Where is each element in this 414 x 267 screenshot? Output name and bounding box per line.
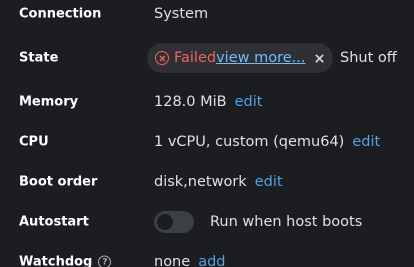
cpu-row: CPU 1 vCPU, custom (qemu64) edit — [0, 128, 414, 156]
watchdog-label-group: Watchdog ? — [19, 254, 112, 267]
cpu-label: CPU — [19, 134, 49, 150]
boot-order-label: Boot order — [19, 174, 98, 190]
watchdog-label: Watchdog — [19, 254, 93, 267]
memory-value: 128.0 MiB — [154, 94, 227, 110]
close-icon[interactable] — [314, 53, 324, 63]
cpu-value-group: 1 vCPU, custom (qemu64) edit — [154, 134, 380, 150]
boot-order-edit-link[interactable]: edit — [255, 174, 283, 190]
memory-value-group: 128.0 MiB edit — [154, 94, 262, 110]
connection-label: Connection — [19, 6, 102, 22]
autostart-value-group: Run when host boots — [154, 211, 362, 233]
failed-status-text: Failed — [174, 50, 217, 66]
cpu-edit-link[interactable]: edit — [352, 134, 380, 150]
state-label: State — [19, 50, 59, 66]
watchdog-value: none — [154, 254, 191, 267]
power-state-text: Shut off — [340, 50, 397, 66]
cpu-value: 1 vCPU, custom (qemu64) — [154, 134, 345, 150]
connection-value: System — [154, 6, 209, 22]
help-icon[interactable]: ? — [98, 255, 112, 267]
memory-row: Memory 128.0 MiB edit — [0, 88, 414, 116]
boot-order-value: disk,network — [154, 174, 247, 190]
boot-order-value-group: disk,network edit — [154, 174, 283, 190]
memory-label: Memory — [19, 94, 79, 110]
view-more-link[interactable]: view more... — [216, 50, 305, 66]
autostart-label: Autostart — [19, 214, 89, 230]
autostart-toggle-label: Run when host boots — [210, 214, 363, 230]
memory-edit-link[interactable]: edit — [235, 94, 263, 110]
status-chip: Failed view more... — [147, 43, 334, 73]
state-row: State Failed view more... Shut off — [0, 43, 414, 73]
error-circle-icon — [155, 51, 169, 65]
boot-order-row: Boot order disk,network edit — [0, 168, 414, 196]
autostart-row: Autostart Run when host boots — [0, 208, 414, 236]
connection-row: Connection System — [0, 0, 414, 28]
toggle-knob — [157, 214, 173, 230]
watchdog-add-link[interactable]: add — [198, 254, 225, 267]
autostart-toggle[interactable] — [154, 211, 194, 233]
watchdog-row: Watchdog ? none add — [0, 248, 414, 267]
watchdog-value-group: none add — [154, 254, 225, 267]
